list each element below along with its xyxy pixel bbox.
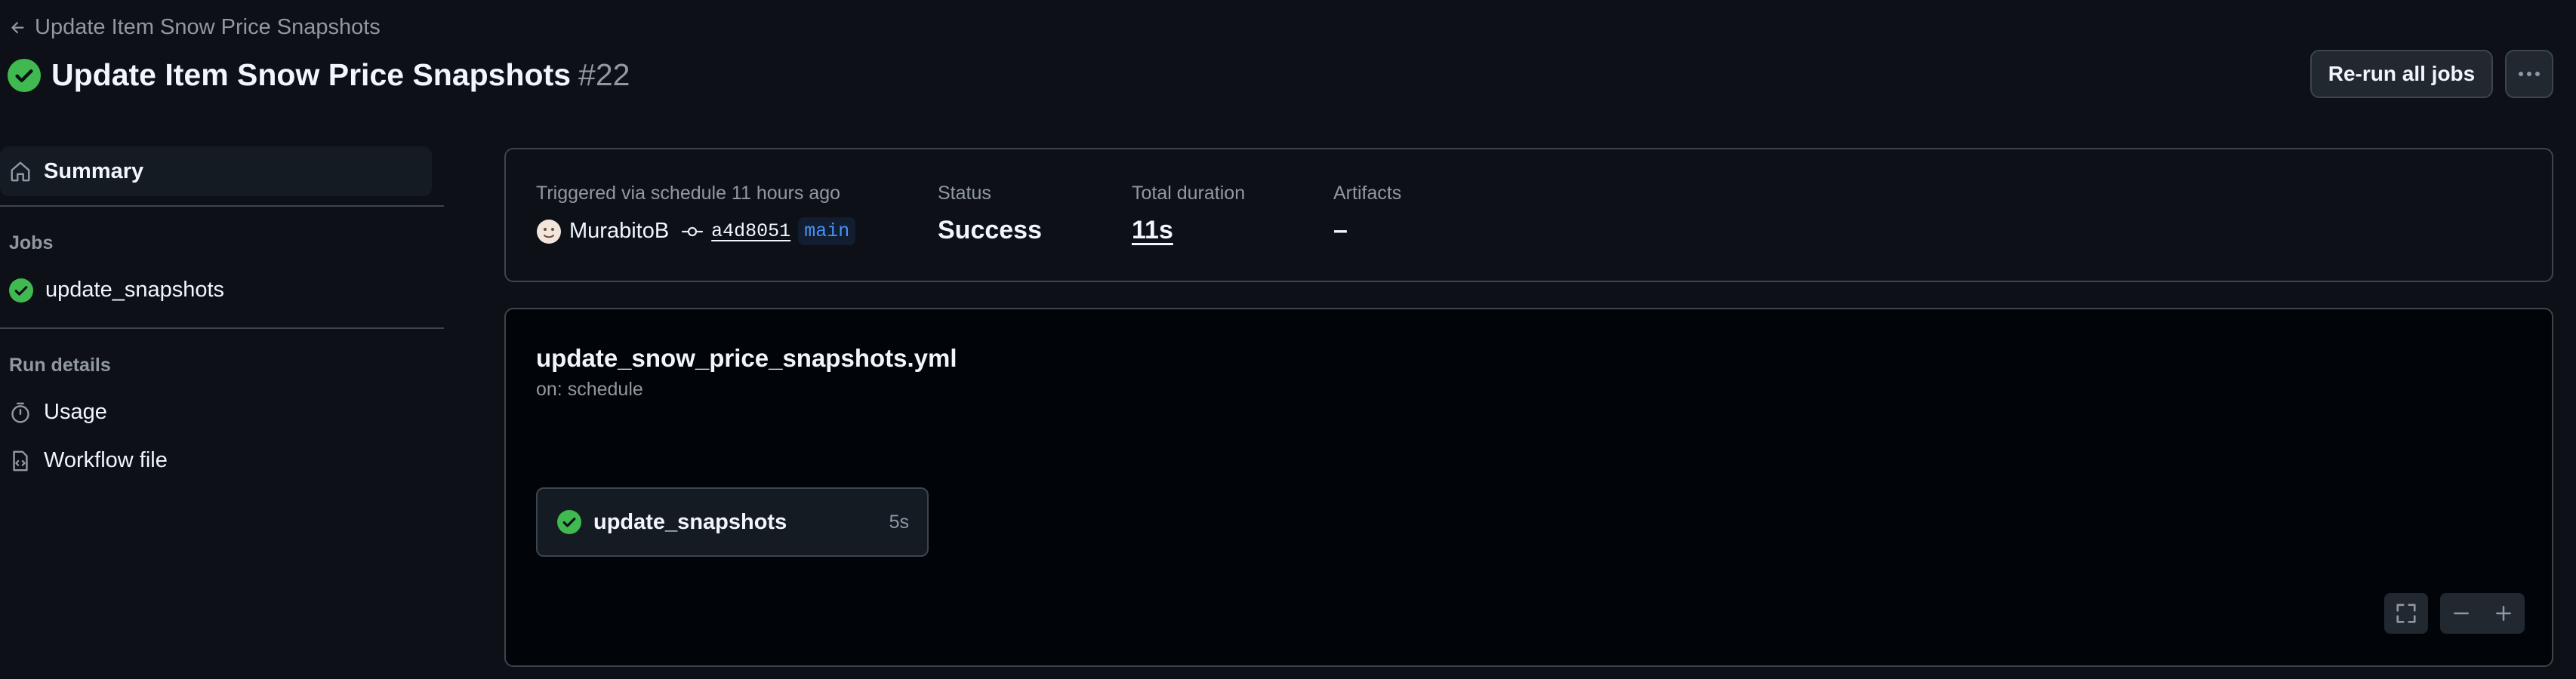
sidebar-item-job-label: update_snapshots [45,278,225,302]
job-name: update_snapshots [593,509,787,534]
sidebar-divider [0,205,444,207]
kebab-horizontal-icon [2519,72,2540,76]
workflow-trigger: on: schedule [536,379,643,400]
trigger-details: MurabitoB a4d8051 main [536,217,856,245]
status-label: Status [938,183,991,204]
sidebar-item-job[interactable]: update_snapshots [9,278,224,303]
git-commit-icon [682,226,704,236]
back-link-label: Update Item Snow Price Snapshots [35,15,381,39]
check-circle-fill-icon [9,278,33,303]
commit-sha-link[interactable]: a4d8051 [711,220,790,242]
duration-value[interactable]: 11s [1132,216,1173,245]
sidebar-item-usage[interactable]: Usage [9,400,107,425]
zoom-in-button[interactable] [2493,603,2514,624]
job-duration: 5s [889,511,909,533]
sidebar-item-workflow-file[interactable]: Workflow file [9,448,168,473]
sidebar-item-summary-label: Summary [44,158,144,183]
check-circle-fill-icon [8,58,41,92]
back-link[interactable]: Update Item Snow Price Snapshots [9,15,381,40]
run-details-heading: Run details [9,355,111,376]
run-summary-card [504,148,2553,282]
jobs-heading: Jobs [9,232,54,253]
home-icon [11,161,30,182]
run-number: #22 [578,57,630,92]
screen-full-icon [2396,604,2416,623]
sidebar-item-usage-label: Usage [44,400,107,424]
branch-badge[interactable]: main [798,217,856,245]
workflow-file-name: update_snow_price_snapshots.yml [536,344,957,372]
sidebar-item-summary[interactable]: Summary [0,146,432,196]
rerun-all-jobs-button[interactable]: Re-run all jobs [2310,50,2493,98]
job-node-update-snapshots[interactable]: update_snapshots 5s [536,487,929,557]
actor-name[interactable]: MurabitoB [569,219,669,244]
fullscreen-button[interactable] [2384,593,2428,634]
page-title: Update Item Snow Price Snapshots [51,57,572,92]
sidebar-divider [0,327,444,329]
zoom-out-button[interactable] [2451,603,2472,624]
artifacts-label: Artifacts [1333,183,1402,204]
check-circle-fill-icon [557,510,581,534]
stopwatch-icon [11,402,29,423]
more-options-button[interactable] [2505,50,2553,98]
zoom-controls [2440,593,2525,634]
page-title-row: Update Item Snow Price Snapshots #22 [8,57,630,93]
avatar[interactable] [536,219,562,244]
arrow-left-icon [11,21,24,33]
file-code-icon [13,450,28,471]
duration-label: Total duration [1132,183,1246,204]
artifacts-value: – [1333,216,1348,244]
status-value: Success [938,216,1042,244]
sidebar-item-workflow-file-label: Workflow file [44,448,168,472]
trigger-label: Triggered via schedule 11 hours ago [536,183,841,204]
